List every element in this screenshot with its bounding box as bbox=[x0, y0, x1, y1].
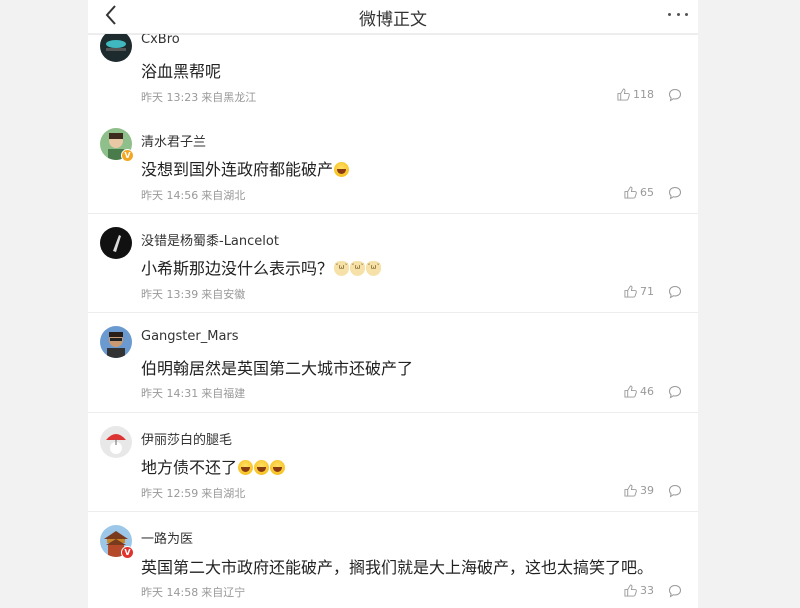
like-count: 71 bbox=[640, 285, 654, 298]
comment-text: 小希斯那边没什么表示吗？ bbox=[141, 255, 382, 279]
comment-bubble-icon[interactable] bbox=[668, 385, 682, 399]
like-button[interactable]: 39 bbox=[624, 484, 654, 497]
verified-badge-icon: V bbox=[121, 149, 134, 162]
like-button[interactable]: 33 bbox=[624, 584, 654, 597]
cat-emoji-icon bbox=[334, 261, 350, 276]
laughing-emoji-icon bbox=[254, 460, 270, 475]
like-button[interactable]: 71 bbox=[624, 285, 654, 298]
more-options-icon[interactable] bbox=[668, 10, 688, 18]
avatar[interactable]: V bbox=[100, 128, 134, 162]
avatar[interactable]: V bbox=[100, 525, 134, 559]
like-button[interactable]: 65 bbox=[624, 186, 654, 199]
like-count: 118 bbox=[633, 88, 654, 101]
comment-bubble-icon[interactable] bbox=[668, 88, 682, 102]
like-count: 39 bbox=[640, 484, 654, 497]
laughing-emoji-icon bbox=[238, 460, 254, 475]
cat-emoji-icon bbox=[350, 261, 366, 276]
thumbs-up-icon bbox=[624, 186, 637, 199]
comment-author-name[interactable]: 清水君子兰 bbox=[141, 131, 206, 150]
comment-author-name[interactable]: Gangster_Mars bbox=[141, 329, 239, 344]
comment-author-name[interactable]: CxBro bbox=[141, 32, 180, 47]
laughing-emoji-icon bbox=[334, 162, 350, 177]
like-button[interactable]: 118 bbox=[617, 88, 654, 101]
comment-meta: 昨天 14:31 来自福建 bbox=[141, 387, 246, 400]
avatar[interactable] bbox=[100, 426, 132, 458]
thumbs-up-icon bbox=[624, 285, 637, 298]
comment-text: 浴血黑帮呢 bbox=[141, 62, 222, 81]
page-title: 微博正文 bbox=[359, 10, 427, 30]
comment-author-name[interactable]: 没错是杨蜀黍-Lancelot bbox=[141, 230, 279, 249]
thumbs-up-icon bbox=[624, 484, 637, 497]
comment-item: V 一路为医 英国第二大市政府还能破产，搁我们就是大上海破产，这也太搞笑了吧。 … bbox=[88, 513, 698, 608]
verified-badge-icon: V bbox=[121, 546, 134, 559]
thumbs-up-icon bbox=[624, 385, 637, 398]
avatar[interactable] bbox=[100, 227, 132, 259]
comment-item: V 清水君子兰 没想到国外连政府都能破产 昨天 14:56 来自湖北 65 bbox=[88, 115, 698, 214]
top-nav-bar: 微博正文 bbox=[88, 0, 698, 34]
cat-emoji-icon bbox=[366, 261, 382, 276]
comment-text: 没想到国外连政府都能破产 bbox=[141, 156, 350, 180]
like-count: 65 bbox=[640, 186, 654, 199]
like-count: 46 bbox=[640, 385, 654, 398]
weibo-detail-page: 微博正文 CxBro 浴血黑帮呢 昨天 13:23 来自黑龙江 118 V 清水君… bbox=[88, 0, 698, 608]
comment-bubble-icon[interactable] bbox=[668, 186, 682, 200]
avatar[interactable] bbox=[100, 326, 132, 358]
comment-meta: 昨天 14:58 来自辽宁 bbox=[141, 586, 246, 599]
comment-bubble-icon[interactable] bbox=[668, 484, 682, 498]
comment-item: Gangster_Mars 伯明翰居然是英国第二大城市还破产了 昨天 14:31… bbox=[88, 314, 698, 413]
like-button[interactable]: 46 bbox=[624, 385, 654, 398]
comment-item: 伊丽莎白的腿毛 地方债不还了 昨天 12:59 来自湖北 39 bbox=[88, 413, 698, 512]
thumbs-up-icon bbox=[617, 88, 630, 101]
comment-text: 伯明翰居然是英国第二大城市还破产了 bbox=[141, 359, 414, 378]
avatar[interactable] bbox=[100, 30, 132, 62]
comment-bubble-icon[interactable] bbox=[668, 285, 682, 299]
comment-bubble-icon[interactable] bbox=[668, 584, 682, 598]
thumbs-up-icon bbox=[624, 584, 637, 597]
like-count: 33 bbox=[640, 584, 654, 597]
laughing-emoji-icon bbox=[270, 460, 286, 475]
comment-meta: 昨天 13:39 来自安徽 bbox=[141, 288, 246, 301]
comment-meta: 昨天 12:59 来自湖北 bbox=[141, 487, 246, 500]
comment-author-name[interactable]: 伊丽莎白的腿毛 bbox=[141, 429, 232, 448]
comment-meta: 昨天 13:23 来自黑龙江 bbox=[141, 91, 257, 104]
comment-author-name[interactable]: 一路为医 bbox=[141, 528, 193, 547]
comment-text: 地方债不还了 bbox=[141, 454, 286, 478]
comment-item: 没错是杨蜀黍-Lancelot 小希斯那边没什么表示吗？ 昨天 13:39来自安… bbox=[88, 214, 698, 313]
comment-text: 英国第二大市政府还能破产，搁我们就是大上海破产，这也太搞笑了吧。 bbox=[141, 558, 654, 577]
comment-meta: 昨天 14:56 来自湖北 bbox=[141, 189, 246, 202]
